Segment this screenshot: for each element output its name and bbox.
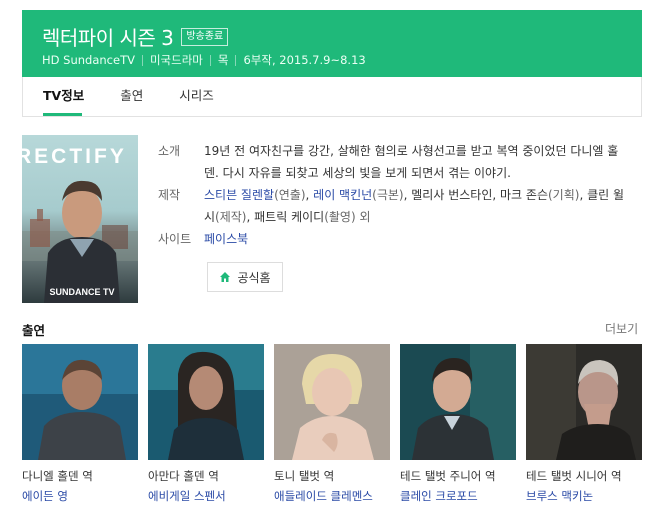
title-row: 렉터파이 시즌 3 방송종료 [42,22,229,51]
cast-role: 토니 탤벗 역 [274,469,335,483]
cast-photo[interactable] [526,344,642,460]
cast-actor-link[interactable]: 클레인 크로포드 [400,488,516,504]
meta-divider [235,54,237,66]
cast-role: 다니엘 홀덴 역 [22,469,93,483]
production-person-role: (촬영) 외 [324,210,371,224]
program-header: 렉터파이 시즌 3 방송종료 HD SundanceTV 미국드라마 목 6부작… [22,10,642,77]
production-person-role: (제작) [215,210,247,224]
cast-photo[interactable] [400,344,516,460]
cast-more-link[interactable]: 더보기 [605,320,638,337]
production-person-name: 마크 존슨 [500,188,548,202]
program-meta: HD SundanceTV 미국드라마 목 6부작, 2015.7.9~8.13 [42,52,366,68]
meta-episodes: 6부작, 2015.7.9~8.13 [243,53,366,67]
cast-photo-art [274,344,390,460]
meta-divider [209,54,211,66]
cast-role: 테드 탤벗 주니어 역 [400,469,496,483]
cast-card[interactable]: 토니 탤벗 역 애들레이드 클레멘스 [274,344,390,504]
tab-tv-info[interactable]: TV정보 [23,77,102,116]
tab-bar: TV정보 출연 시리즈 [22,77,642,117]
official-home-button[interactable]: 공식홈 [207,262,283,292]
cast-photo-art [22,344,138,460]
cast-actor-link[interactable]: 애들레이드 클레멘스 [274,488,390,504]
production-person-role: (기획) [548,188,580,202]
production-person-role: (연출) [274,188,306,202]
poster-image[interactable]: RECTIFY SUNDANCE TV [22,135,138,303]
production-list: 스티븐 질렌할(연출), 레이 맥킨넌(극본), 멜리사 번스타인, 마크 존슨… [204,188,625,224]
cast-actor-link[interactable]: 에비게일 스펜서 [148,488,264,504]
cast-photo[interactable] [22,344,138,460]
cast-photo-art [148,344,264,460]
cast-card[interactable]: 테드 탤벗 시니어 역 브루스 맥키논 [526,344,642,504]
production-person-name: 멜리사 번스타인 [411,188,493,202]
official-home-label: 공식홈 [237,270,271,285]
info-summary-row: 소개 19년 전 여자친구를 강간, 살해한 혐의로 사형선고를 받고 복역 중… [158,140,628,184]
production-person-link[interactable]: 레이 맥킨넌 [313,188,372,202]
cast-actor-link[interactable]: 브루스 맥키논 [526,488,642,504]
info-production-row: 제작 스티븐 질렌할(연출), 레이 맥킨넌(극본), 멜리사 번스타인, 마크… [158,184,628,228]
cast-list: 다니엘 홀덴 역 에이든 영 아만다 홀덴 역 에비게일 스펜서 토니 탤벗 역… [22,344,642,504]
program-info: 소개 19년 전 여자친구를 강간, 살해한 혐의로 사형선고를 받고 복역 중… [158,140,628,250]
status-badge: 방송종료 [181,27,229,46]
poster-title-text: RECTIFY [22,145,127,168]
home-icon [220,272,231,282]
production-person-role: (극본) [372,188,404,202]
production-person-link[interactable]: 스티븐 질렌할 [204,188,274,202]
meta-divider [141,54,143,66]
cast-section-title: 출연 [22,323,46,338]
cast-photo-art [526,344,642,460]
poster-art: RECTIFY SUNDANCE TV [22,145,138,303]
summary-label: 소개 [158,144,181,158]
cast-card[interactable]: 다니엘 홀덴 역 에이든 영 [22,344,138,504]
program-title[interactable]: 렉터파이 시즌 3 [42,22,174,51]
cast-actor-link[interactable]: 에이든 영 [22,488,138,504]
tab-series[interactable]: 시리즈 [161,77,232,116]
production-person-name: 패트릭 케이디 [254,210,325,224]
cast-card[interactable]: 테드 탤벗 주니어 역 클레인 크로포드 [400,344,516,504]
poster-brand-text: SUNDANCE TV [49,287,114,297]
site-label: 사이트 [158,232,192,246]
production-label: 제작 [158,188,181,202]
info-site-row: 사이트 페이스북 [158,228,628,250]
tab-cast[interactable]: 출연 [102,77,161,116]
site-link-facebook[interactable]: 페이스북 [204,228,248,250]
cast-photo-art [400,344,516,460]
meta-genre: 미국드라마 [149,53,203,67]
cast-card[interactable]: 아만다 홀덴 역 에비게일 스펜서 [148,344,264,504]
summary-text: 19년 전 여자친구를 강간, 살해한 혐의로 사형선고를 받고 복역 중이었던… [204,144,619,180]
cast-photo[interactable] [274,344,390,460]
cast-role: 아만다 홀덴 역 [148,469,219,483]
cast-role: 테드 탤벗 시니어 역 [526,469,622,483]
cast-photo[interactable] [148,344,264,460]
meta-day: 목 [217,53,229,67]
meta-channel: HD SundanceTV [42,53,135,67]
